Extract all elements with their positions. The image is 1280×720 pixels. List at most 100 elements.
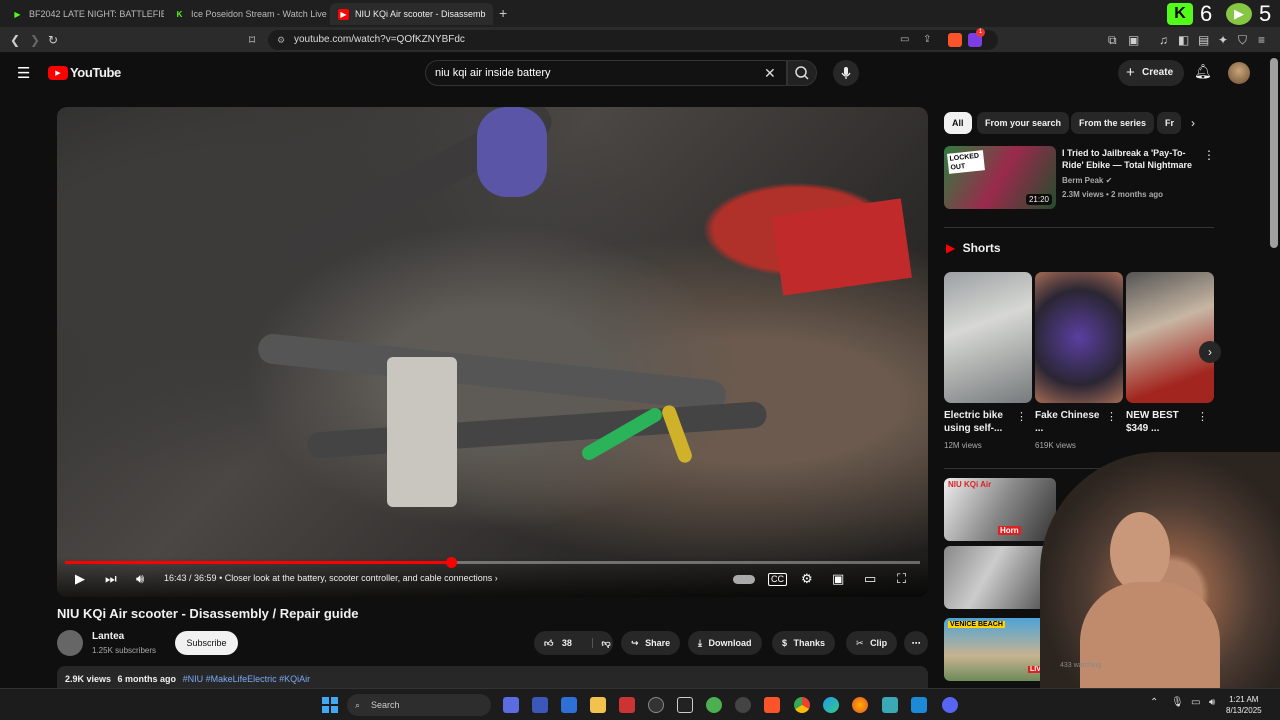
- windows-start-icon[interactable]: [322, 697, 338, 713]
- app-icon[interactable]: [735, 697, 751, 713]
- brave-shields-icon[interactable]: [948, 33, 962, 47]
- tab-niu-video[interactable]: ▶ NIU KQi Air scooter - Disassemb ✕: [330, 3, 493, 25]
- screenshot-icon[interactable]: ▣: [1128, 33, 1139, 47]
- theater-mode-icon[interactable]: ▭: [864, 571, 876, 587]
- firefox-icon[interactable]: [852, 697, 868, 713]
- more-options-icon[interactable]: ⋮: [1203, 148, 1215, 162]
- short-title[interactable]: NEW BEST $349 ...: [1126, 409, 1196, 435]
- system-clock[interactable]: 1:21 AM 8/13/2025: [1226, 694, 1262, 716]
- cast-icon[interactable]: ▭: [900, 30, 909, 50]
- short-title[interactable]: Fake Chinese ...: [1035, 409, 1105, 435]
- wallet-icon[interactable]: ▤: [1198, 33, 1209, 47]
- youtube-logo[interactable]: ▶ YouTube: [48, 65, 121, 80]
- more-options-icon[interactable]: ⋮: [1016, 410, 1027, 423]
- subscribe-button[interactable]: Subscribe: [175, 631, 238, 655]
- chrome-icon[interactable]: [794, 697, 810, 713]
- channel-name[interactable]: Lantea: [92, 631, 124, 642]
- recommended-thumbnail[interactable]: LOCKED OUT 21:20: [944, 146, 1056, 209]
- short-title[interactable]: Electric bike using self-...: [944, 409, 1014, 435]
- brave-browser-icon[interactable]: [764, 697, 780, 713]
- channel-avatar[interactable]: [57, 630, 83, 656]
- hashtags[interactable]: #NIU #MakeLifeElectric #KQiAir: [183, 674, 311, 684]
- chapter-title[interactable]: Closer look at the battery, scooter cont…: [225, 573, 492, 583]
- search-input[interactable]: niu kqi air inside battery ✕: [425, 60, 787, 86]
- app-icon[interactable]: [882, 697, 898, 713]
- menu-icon[interactable]: ≡: [1258, 33, 1265, 47]
- recommended-item[interactable]: I Tried to Jailbreak a 'Pay-To-Ride' Ebi…: [1062, 147, 1202, 201]
- app-icon[interactable]: [706, 697, 722, 713]
- microphone-icon[interactable]: 🎙︎: [1171, 697, 1184, 708]
- settings-gear-icon[interactable]: ⚙: [801, 571, 813, 587]
- app-icon[interactable]: [677, 697, 693, 713]
- video-player[interactable]: ▶ ⏭ 🔊︎ 16:43 / 36:59 • Closer look at th…: [57, 107, 928, 597]
- next-video-icon[interactable]: ⏭: [105, 571, 117, 587]
- miniplayer-icon[interactable]: ▣: [832, 571, 844, 587]
- tab-bf2042[interactable]: ▶ BF2042 LATE NIGHT: BATTLEFIELD: [4, 3, 164, 25]
- chip-partial[interactable]: Fr: [1157, 112, 1181, 134]
- app-icon[interactable]: [619, 697, 635, 713]
- hamburger-menu-icon[interactable]: ☰: [17, 64, 30, 82]
- bookmark-icon[interactable]: ⌑: [249, 33, 255, 47]
- file-explorer-icon[interactable]: [590, 697, 606, 713]
- new-tab-button[interactable]: +: [499, 5, 507, 21]
- speaker-icon[interactable]: 🔊︎: [1209, 697, 1215, 708]
- like-button[interactable]: 👍︎ 38 👎︎: [534, 631, 613, 655]
- media-icon[interactable]: ♫: [1159, 33, 1168, 47]
- tab-ice-poseidon[interactable]: K Ice Poseidon Stream - Watch Live on: [166, 3, 328, 25]
- chip-from-your-search[interactable]: From your search: [977, 112, 1070, 134]
- search-button[interactable]: [787, 60, 817, 86]
- task-view-icon[interactable]: [503, 697, 519, 713]
- short-thumbnail[interactable]: [1035, 272, 1123, 403]
- close-tab-icon[interactable]: ✕: [486, 8, 493, 21]
- thumbs-down-icon[interactable]: 👎︎: [592, 638, 611, 648]
- sidebar-icon[interactable]: ◧: [1178, 33, 1189, 47]
- rumble-icon[interactable]: ▶: [1226, 3, 1252, 25]
- share-icon[interactable]: ⇪: [923, 30, 931, 50]
- vpn-shield-icon[interactable]: ⛉: [1238, 33, 1247, 47]
- vscode-icon[interactable]: [911, 697, 927, 713]
- network-icon[interactable]: ▭: [1191, 697, 1200, 708]
- extensions-icon[interactable]: ⧉: [1108, 33, 1117, 47]
- clip-button[interactable]: ✂ Clip: [846, 631, 898, 655]
- more-options-icon[interactable]: ⋮: [1106, 410, 1117, 423]
- more-options-icon[interactable]: ⋮: [1197, 410, 1208, 423]
- chevron-right-icon[interactable]: ›: [1191, 116, 1195, 130]
- clear-search-icon[interactable]: ✕: [764, 61, 776, 85]
- address-bar[interactable]: ⚙ youtube.com/watch?v=QOfKZNYBFdc ▭ ⇪ 1: [268, 28, 998, 50]
- leo-ai-icon[interactable]: ✦: [1218, 33, 1228, 47]
- kick-icon[interactable]: K: [1167, 3, 1193, 25]
- thanks-button[interactable]: $ Thanks: [772, 631, 836, 655]
- account-avatar[interactable]: [1228, 62, 1250, 84]
- back-icon[interactable]: ❮: [10, 33, 20, 47]
- progress-scrubber[interactable]: [446, 557, 458, 568]
- reload-icon[interactable]: ↻: [48, 33, 58, 47]
- chip-from-the-series[interactable]: From the series: [1071, 112, 1155, 134]
- recommended-thumbnail[interactable]: NIU KQi Air Horn: [944, 478, 1056, 541]
- notifications-bell-icon[interactable]: 🔔︎: [1194, 63, 1212, 80]
- autoplay-toggle[interactable]: [733, 575, 755, 584]
- progress-bar[interactable]: [65, 557, 920, 568]
- share-button[interactable]: ↪ Share: [621, 631, 681, 655]
- forward-icon[interactable]: ❯: [30, 33, 40, 47]
- app-icon[interactable]: [561, 697, 577, 713]
- short-thumbnail[interactable]: [1126, 272, 1214, 403]
- volume-icon[interactable]: 🔊︎: [136, 571, 144, 587]
- chevron-up-icon[interactable]: ⌃: [1150, 697, 1158, 708]
- captions-icon[interactable]: CC: [768, 573, 787, 586]
- fullscreen-icon[interactable]: ⛶: [897, 571, 906, 587]
- page-scrollbar[interactable]: [1270, 58, 1278, 248]
- play-button[interactable]: ▶: [75, 571, 85, 587]
- app-icon[interactable]: [648, 697, 664, 713]
- chip-all[interactable]: All: [944, 112, 972, 134]
- short-thumbnail[interactable]: [944, 272, 1032, 403]
- create-button[interactable]: + Create: [1118, 60, 1184, 86]
- taskbar-search[interactable]: ⌕ Search: [347, 694, 491, 716]
- site-info-icon[interactable]: ⚙: [277, 30, 285, 50]
- shorts-next-button[interactable]: ›: [1199, 341, 1221, 363]
- more-actions-icon[interactable]: ⋯: [904, 631, 928, 655]
- app-icon[interactable]: [532, 697, 548, 713]
- edge-icon[interactable]: [823, 697, 839, 713]
- voice-search-button[interactable]: [833, 60, 859, 86]
- discord-icon[interactable]: [942, 697, 958, 713]
- download-button[interactable]: ⤓ Download: [688, 631, 762, 655]
